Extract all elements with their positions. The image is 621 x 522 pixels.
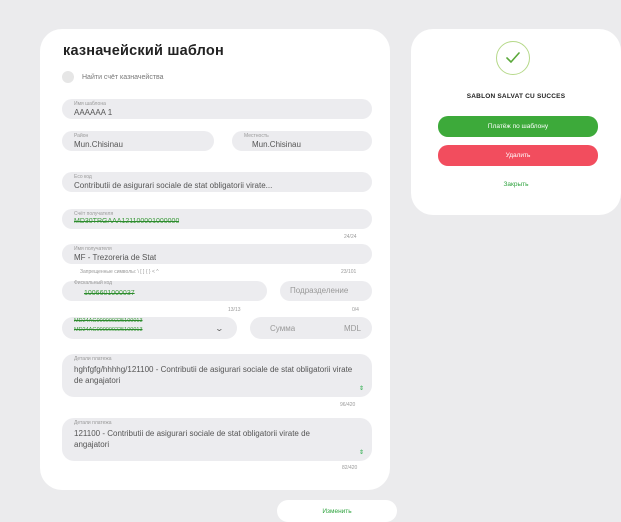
close-link[interactable]: Закрыть [411,181,621,188]
district-label: Район [74,133,89,139]
subdivision-counter: 0/4 [352,307,359,313]
fiscal-code-label: Фискальный код [74,280,113,286]
eco-code-label: Eco код [74,174,92,180]
recipient-account-label: Счёт получателя [74,211,114,217]
recipient-account-value: MD30TRGAAA121100001000000 [74,218,180,225]
district-field[interactable]: Район Mun.Chisinau [62,131,214,151]
locality-label: Местность [244,133,269,139]
currency-label: MDL [344,324,361,333]
page-title: казначейский шаблон [63,43,224,59]
template-name-field[interactable]: Имя шаблона AAAAAA 1 [62,99,372,119]
locality-value: Mun.Chisinau [252,140,301,149]
chevron-down-icon[interactable]: ⌄ [215,324,224,333]
eco-code-field[interactable]: Eco код Contributii de asigurari sociale… [62,172,372,192]
recipient-account-counter: 24/24 [344,234,357,240]
find-treasury-account-label: Найти счёт казначейства [82,73,164,81]
amount-placeholder: Сумма [270,324,296,333]
template-name-label: Имя шаблона [74,101,106,107]
recipient-name-value: MF - Trezoreria de Stat [74,253,157,262]
recipient-account-field[interactable]: Счёт получателя MD30TRGAAA12110000100000… [62,209,372,229]
locality-field[interactable]: Местность Mun.Chisinau [232,131,372,151]
template-name-value: AAAAAA 1 [74,108,113,117]
amount-field[interactable]: Сумма MDL [250,317,372,339]
recipient-name-label: Имя получателя [74,246,112,252]
payment-details-counter-2: 82/420 [342,465,358,471]
resize-handle-icon[interactable]: ⇕ [359,385,364,392]
subdivision-placeholder: Подразделение [290,286,349,295]
find-treasury-account-toggle[interactable]: Найти счёт казначейства [62,71,164,83]
subdivision-field[interactable]: Подразделение [280,281,372,301]
payment-details-label: Детали платежа [74,356,112,362]
account-select-line2: MD24AG000000225100013 [74,327,143,333]
template-card: казначейский шаблон Найти счёт казначейс… [40,29,390,490]
recipient-name-counter: 23/101 [341,269,357,275]
payment-details-counter: 96/420 [340,402,356,408]
success-modal: SABLON SALVAT CU SUCCES Платёж по шаблон… [411,29,621,215]
fiscal-code-field[interactable]: Фискальный код 1006601000037 [62,280,267,301]
pay-by-template-button[interactable]: Платёж по шаблону [438,116,598,137]
checkbox[interactable] [62,71,74,83]
recipient-name-field[interactable]: Имя получателя MF - Trezoreria de Stat [62,244,372,264]
eco-code-value: Contributii de asigurari sociale de stat… [74,181,273,190]
edit-button[interactable]: Изменить [277,500,397,522]
forbidden-symbols-hint: Запрещенные символы: \ [ ] { } < ^ [80,269,159,275]
payment-details-field-2[interactable]: Детали платежа 121100 - Contributii de a… [62,418,372,461]
payment-details-value-2: 121100 - Contributii de asigurari social… [74,429,310,449]
resize-handle-icon[interactable]: ⇕ [359,449,364,456]
district-value: Mun.Chisinau [74,140,123,149]
payment-details-value: hghfgfg/hhhhg/121100 - Contributii de as… [74,365,353,385]
fiscal-code-value: 1006601000037 [84,290,135,297]
account-select[interactable]: MD24AG000000225100013 MD24AG000000225100… [62,317,237,339]
fiscal-code-counter: 13/13 [228,307,241,313]
delete-button[interactable]: Удалить [438,145,598,166]
account-select-line1: MD24AG000000225100013 [74,318,143,324]
modal-title: SABLON SALVAT CU SUCCES [466,93,566,100]
payment-details-field[interactable]: Детали платежа hghfgfg/hhhhg/121100 - Co… [62,354,372,397]
payment-details-label-2: Детали платежа [74,420,112,426]
success-check-icon [496,41,530,75]
